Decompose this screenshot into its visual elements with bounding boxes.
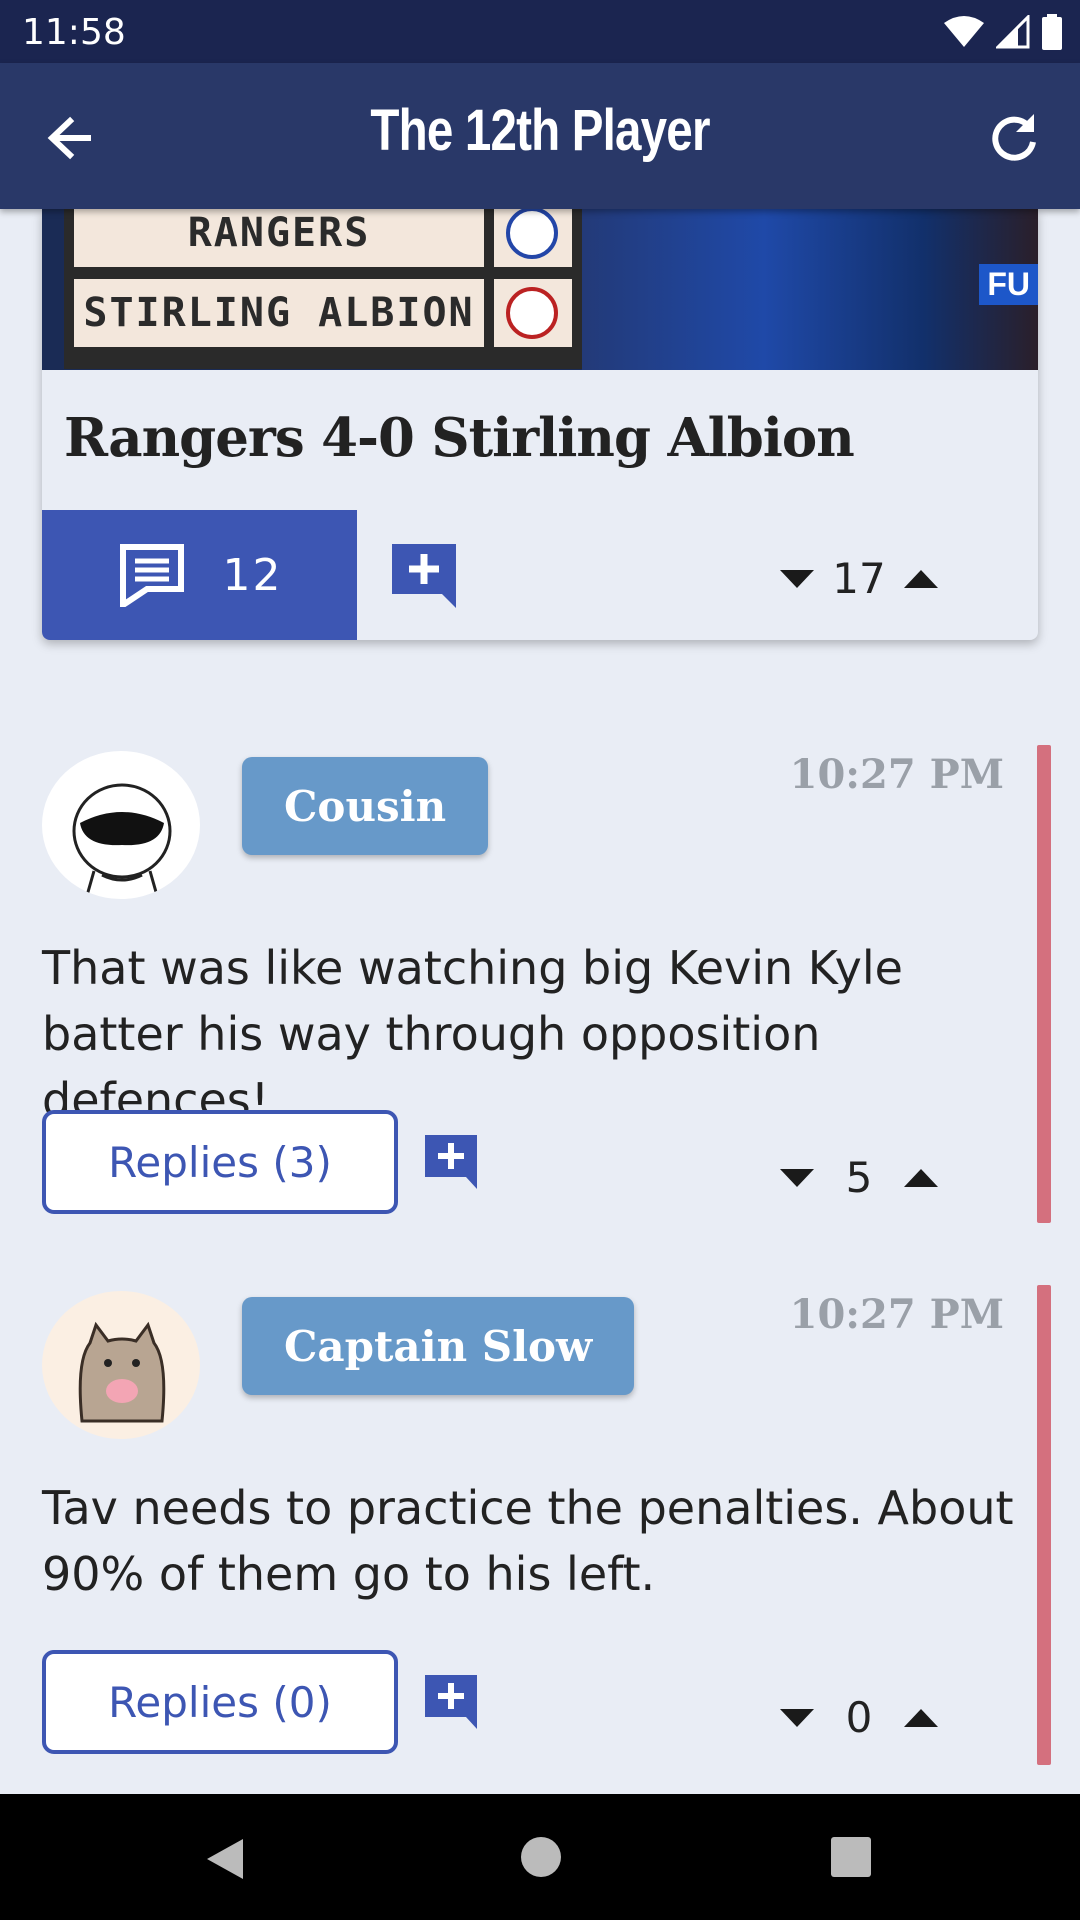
comment-timestamp: 10:27 PM [789,751,1004,798]
author-chip[interactable]: Cousin [242,757,489,855]
downvote-arrow-icon[interactable] [780,569,814,588]
comment-item: Captain Slow 10:27 PM Tav needs to pract… [0,1285,1080,1765]
signal-icon [996,15,1030,49]
comments-button[interactable]: 12 [42,510,357,640]
image-team-1: RANGERS [74,209,484,267]
app-bar: The 12th Player [0,63,1080,209]
downvote-arrow-icon[interactable] [780,1708,814,1727]
comment-vote: 5 [780,1153,938,1202]
scoreboard-graphic: RANGERS STIRLING ALBION [64,209,584,369]
nav-back-icon[interactable] [205,1837,245,1881]
add-reply-icon[interactable] [423,1133,479,1191]
vote-count: 17 [832,554,886,603]
wifi-icon [944,16,984,47]
vote-count: 0 [845,1693,873,1742]
article-vote: 17 [780,554,938,603]
add-comment-icon[interactable] [390,542,458,610]
replies-button[interactable]: Replies (0) [42,1650,398,1754]
upvote-arrow-icon[interactable] [904,1168,938,1187]
status-time: 11:58 [22,12,126,53]
replies-button[interactable]: Replies (3) [42,1110,398,1214]
downvote-arrow-icon[interactable] [780,1168,814,1187]
upvote-arrow-icon[interactable] [904,569,938,588]
comment-timestamp: 10:27 PM [789,1291,1004,1338]
rangers-crest-icon [494,209,572,267]
article-card[interactable]: RANGERS STIRLING ALBION FU Rangers 4-0 S… [42,209,1038,640]
image-sponsor-text: FU [979,264,1038,305]
author-chip[interactable]: Captain Slow [242,1297,635,1395]
cat-avatar-icon[interactable] [42,1291,200,1439]
stirling-crest-icon [494,279,572,347]
thread-indicator [1037,1285,1051,1765]
comment-icon [119,544,184,607]
helmet-avatar-icon[interactable] [42,751,200,899]
article-image[interactable]: RANGERS STIRLING ALBION FU [42,209,1038,370]
battery-icon [1042,14,1062,50]
comment-text: That was like watching big Kevin Kyle ba… [42,941,903,1127]
status-bar: 11:58 [0,0,1080,63]
image-team-2: STIRLING ALBION [74,279,484,347]
comment-count: 12 [222,549,283,601]
refresh-icon[interactable] [984,108,1044,168]
article-title: Rangers 4-0 Stirling Albion [64,407,855,469]
add-reply-icon[interactable] [423,1673,479,1731]
comment-vote: 0 [780,1693,938,1742]
nav-recents-icon[interactable] [831,1837,871,1877]
system-nav-bar [0,1794,1080,1920]
nav-home-icon[interactable] [521,1837,561,1877]
app-title: The 12th Player [370,98,710,163]
thread-indicator [1037,745,1051,1223]
comment-item: Cousin 10:27 PM That was like watching b… [0,745,1080,1225]
status-icons [944,14,1062,50]
vote-count: 5 [845,1153,873,1202]
player-photo: FU [582,209,1038,370]
comment-text: Tav needs to practice the penalties. Abo… [42,1481,1014,1601]
back-arrow-icon[interactable] [40,108,100,168]
upvote-arrow-icon[interactable] [904,1708,938,1727]
